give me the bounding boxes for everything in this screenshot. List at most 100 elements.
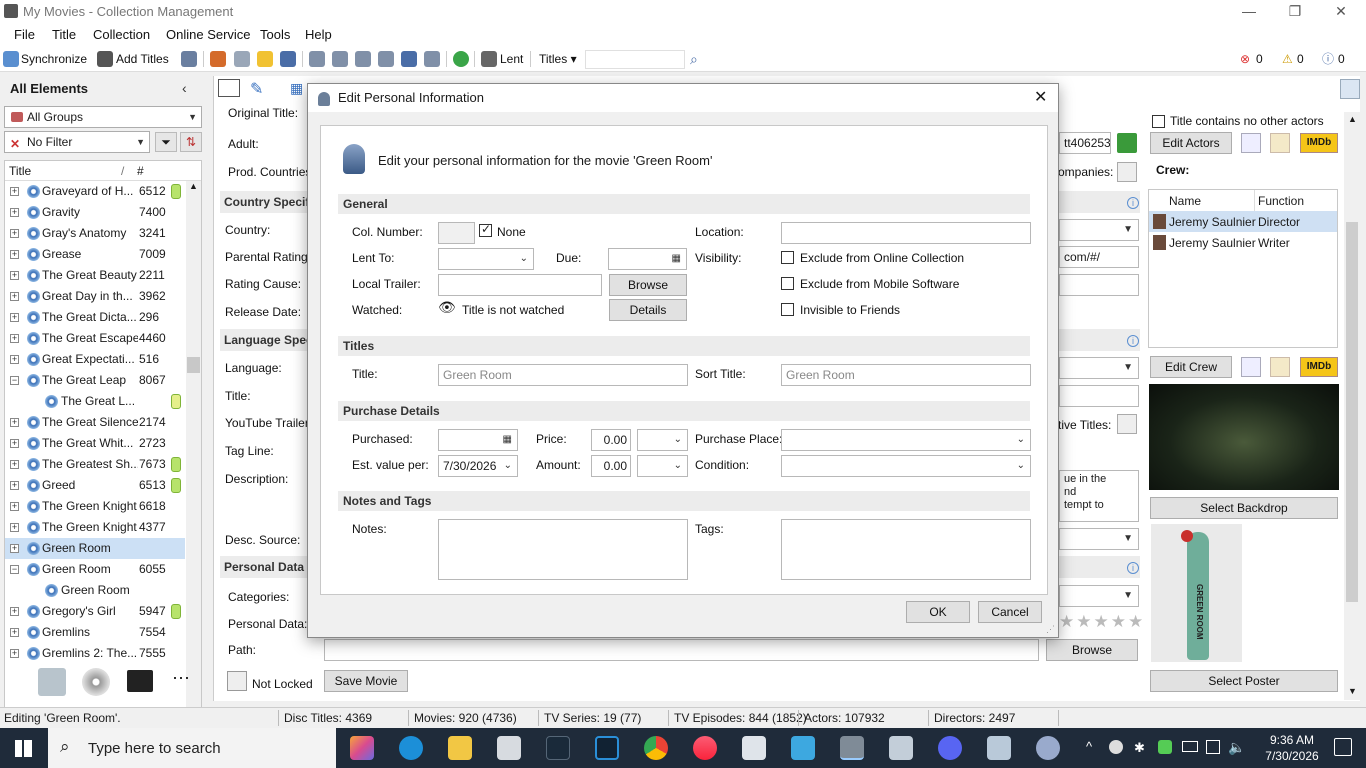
group-filter-dropdown[interactable]: All Groups ▼ (4, 106, 202, 128)
tree-item[interactable]: + The Greatest Sh... 7673 (5, 454, 185, 475)
app-icon-5[interactable] (791, 736, 815, 760)
tree-item[interactable]: + Gray's Anatomy 3241 (5, 223, 185, 244)
tree-item[interactable]: + The Great Beauty 2211 (5, 265, 185, 286)
disc-icon-1[interactable] (309, 51, 325, 67)
reload-icon[interactable] (453, 51, 469, 67)
delete-icon[interactable] (234, 51, 250, 67)
menu-collection[interactable]: Collection (93, 27, 150, 42)
edit-pencil-icon[interactable]: ✎ (250, 79, 263, 99)
file-explorer-icon[interactable] (448, 736, 472, 760)
scroll-up-icon[interactable]: ▲ (1348, 114, 1357, 124)
copilot-icon[interactable] (350, 736, 374, 760)
select-poster-button[interactable]: Select Poster (1150, 670, 1338, 692)
invisible-friends-checkbox[interactable] (781, 303, 794, 316)
volume-icon[interactable]: 🔈 (1228, 739, 1245, 756)
expand-toggle-icon[interactable]: + (10, 229, 19, 238)
taskbar-search[interactable]: ⌕ Type here to search (48, 728, 336, 768)
expand-toggle-icon[interactable]: + (10, 355, 19, 364)
purchased-date-input[interactable]: ▦ (438, 429, 518, 451)
menu-tools[interactable]: Tools (260, 27, 290, 42)
tree-item[interactable]: + The Great Silence 2174 (5, 412, 185, 433)
app-icon-3[interactable] (595, 736, 619, 760)
price-input[interactable]: 0.00 (591, 429, 631, 451)
battery-icon[interactable] (1182, 741, 1198, 752)
refresh-data-icon[interactable] (210, 51, 226, 67)
tree-item[interactable]: + The Great Escape 4460 (5, 328, 185, 349)
description-field[interactable]: ue in the nd tempt to (1059, 470, 1139, 522)
desc-source-dropdown[interactable]: ▼ (1059, 528, 1139, 550)
expand-toggle-icon[interactable]: + (10, 523, 19, 532)
price-currency-dropdown[interactable]: ⌄ (637, 429, 688, 451)
tray-icon-2[interactable] (1158, 740, 1172, 754)
lent-button[interactable]: Lent (500, 50, 523, 68)
itunes-icon[interactable] (693, 736, 717, 760)
app-icon-8[interactable] (987, 736, 1011, 760)
expand-toggle-icon[interactable]: + (10, 607, 19, 616)
path-browse-button[interactable]: Browse (1046, 639, 1138, 661)
scan-icon[interactable] (181, 51, 197, 67)
amount-currency-dropdown[interactable]: ⌄ (637, 455, 688, 477)
expand-toggle-icon[interactable]: + (10, 418, 19, 427)
watched-details-button[interactable]: Details (609, 299, 687, 321)
save-movie-button[interactable]: Save Movie (324, 670, 408, 692)
crew-col-function[interactable]: Function (1258, 194, 1304, 208)
exclude-mobile-checkbox[interactable] (781, 277, 794, 290)
scroll-thumb[interactable] (1346, 222, 1358, 602)
table-row[interactable]: Jeremy Saulnier Director (1149, 211, 1337, 232)
more-icon[interactable]: ⋯ (172, 668, 190, 689)
calendar-icon[interactable]: ▦ (503, 430, 512, 450)
expand-toggle-icon[interactable]: + (10, 628, 19, 637)
calendar-icon[interactable]: ▦ (672, 249, 681, 269)
edit-actors-button[interactable]: Edit Actors (1150, 132, 1232, 154)
expand-toggle-icon[interactable]: + (10, 250, 19, 259)
crew-col-name[interactable]: Name (1169, 194, 1201, 208)
select-backdrop-button[interactable]: Select Backdrop (1150, 497, 1338, 519)
expand-toggle-icon[interactable]: + (10, 208, 19, 217)
tree-scrollbar[interactable]: ▲ ▼ (186, 181, 201, 727)
expand-toggle-icon[interactable]: + (10, 187, 19, 196)
chrome-icon[interactable] (644, 736, 668, 760)
edge-icon[interactable] (399, 736, 423, 760)
rating-stars[interactable]: ★★★★★ (1059, 612, 1145, 632)
language-info-icon[interactable]: i (1127, 335, 1139, 347)
expand-toggle-icon[interactable]: + (10, 334, 19, 343)
tree-item[interactable]: Green Room (5, 580, 185, 601)
lent-to-dropdown[interactable]: ⌄ (438, 248, 534, 270)
disc-icon-4[interactable] (378, 51, 394, 67)
paste-actors-icon[interactable] (1270, 133, 1290, 153)
disc-icon-6[interactable] (424, 51, 440, 67)
app-icon-2[interactable] (546, 736, 570, 760)
language-dropdown[interactable]: ▼ (1059, 357, 1139, 379)
scroll-up-icon[interactable]: ▲ (189, 181, 198, 191)
tree-item[interactable]: + Gravity 7400 (5, 202, 185, 223)
tags-textarea[interactable] (781, 519, 1031, 580)
ok-button[interactable]: OK (906, 601, 970, 623)
no-other-actors-checkbox[interactable] (1152, 115, 1165, 128)
expand-toggle-icon[interactable]: − (10, 376, 19, 385)
bluetooth-icon[interactable]: ✱ (1134, 740, 1145, 756)
expand-toggle-icon[interactable]: + (10, 502, 19, 511)
tree-item[interactable]: + Great Expectati... 516 (5, 349, 185, 370)
close-window-button[interactable]: ✕ (1318, 0, 1364, 24)
tree-item[interactable]: − Green Room 6055 (5, 559, 185, 580)
restore-button[interactable]: ❐ (1272, 0, 1318, 24)
edit-crew-button[interactable]: Edit Crew (1150, 356, 1232, 378)
titles-dropdown[interactable]: Titles ▾ (539, 50, 577, 68)
menu-title[interactable]: Title (52, 27, 76, 42)
sort-title-input[interactable]: Green Room (781, 364, 1031, 386)
notes-textarea[interactable] (438, 519, 688, 580)
expand-toggle-icon[interactable]: + (10, 439, 19, 448)
imdb-actors-button[interactable]: IMDb (1300, 133, 1338, 153)
lock-icon[interactable] (227, 671, 247, 691)
notifications-icon[interactable] (1334, 738, 1352, 756)
title-input[interactable]: Green Room (438, 364, 688, 386)
country-info-icon[interactable]: i (1127, 197, 1139, 209)
tray-overflow-icon[interactable]: ^ (1086, 739, 1092, 754)
expand-toggle-icon[interactable]: + (10, 292, 19, 301)
expand-toggle-icon[interactable]: + (10, 460, 19, 469)
taskbar-clock[interactable]: 9:36 AM 7/30/2026 (1256, 732, 1328, 764)
imdb-id-field[interactable]: tt4062536 (1059, 132, 1111, 154)
scroll-down-icon[interactable]: ▼ (1348, 686, 1357, 696)
minimize-button[interactable]: — (1226, 0, 1272, 24)
save-icon[interactable] (280, 51, 296, 67)
